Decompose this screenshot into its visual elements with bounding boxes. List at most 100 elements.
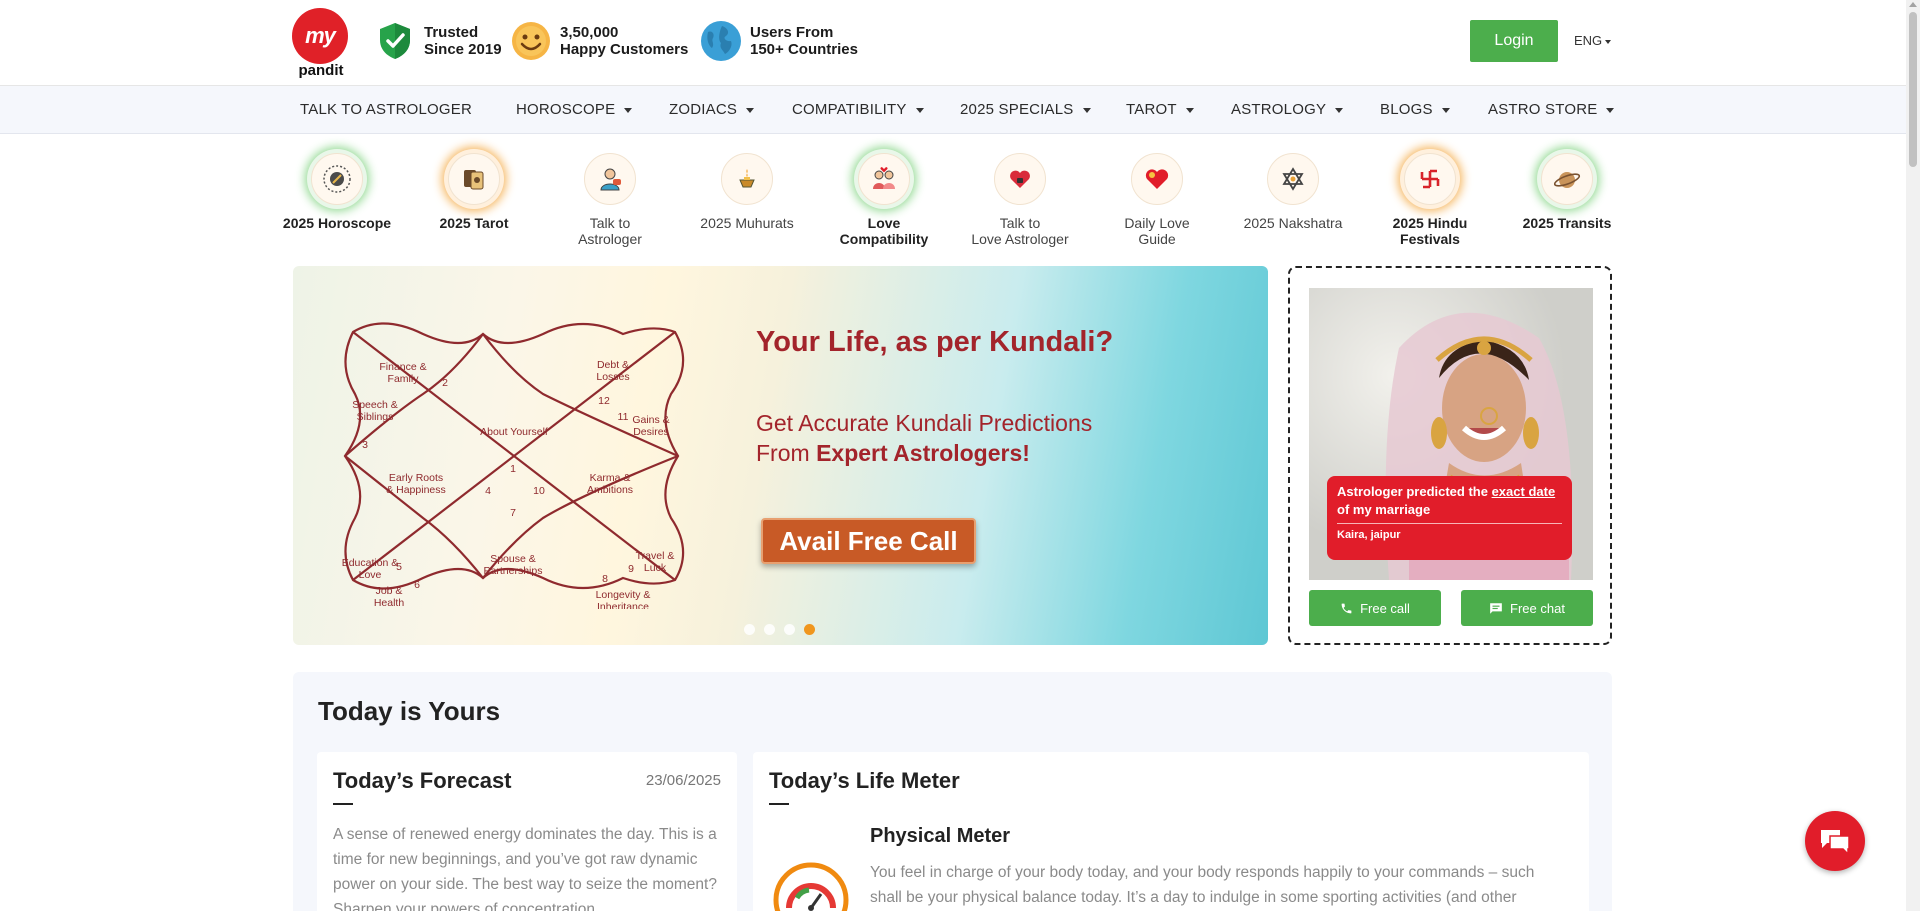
free-call-button[interactable]: Free call bbox=[1309, 590, 1441, 626]
today-title: Today is Yours bbox=[318, 696, 501, 726]
scroll-up-icon[interactable] bbox=[1909, 2, 1917, 7]
quick-link-label: Love Compatibility bbox=[839, 215, 929, 247]
carousel-dot-3[interactable] bbox=[784, 624, 795, 635]
smiley-icon bbox=[510, 20, 552, 62]
kundli-label: 2 bbox=[442, 377, 448, 389]
trust-badge-trusted: Trusted Since 2019 bbox=[374, 20, 502, 62]
login-button[interactable]: Login bbox=[1470, 20, 1558, 62]
kundli-label: Debt & Losses bbox=[596, 359, 629, 383]
nav-compatibility[interactable]: COMPATIBILITY bbox=[792, 101, 924, 118]
quick-link-label: 2025 Tarot bbox=[439, 215, 509, 231]
mypandit-logo[interactable]: my pandit bbox=[292, 8, 350, 79]
chat-icon bbox=[1490, 602, 1502, 614]
nav-blogs[interactable]: BLOGS bbox=[1380, 101, 1450, 118]
kundli-label: 11 bbox=[618, 411, 629, 423]
quick-link-talk-to-love-astrologer[interactable]: Talk to Love Astrologer bbox=[965, 150, 1075, 247]
quick-link-label: 2025 Muhurats bbox=[700, 215, 794, 231]
kundli-label: Finance & Family bbox=[379, 361, 426, 385]
trust-badge-countries: Users From 150+ Countries bbox=[700, 20, 858, 62]
shield-check-icon bbox=[374, 20, 416, 62]
free-chat-label: Free chat bbox=[1510, 600, 1565, 616]
nav-astrology[interactable]: ASTROLOGY bbox=[1231, 101, 1343, 118]
kundli-label: Travel & Luck bbox=[636, 550, 675, 574]
muhurat-lamp-icon bbox=[721, 153, 773, 205]
chat-fab-button[interactable] bbox=[1805, 811, 1865, 871]
quick-link-label: 2025 Transits bbox=[1522, 215, 1612, 231]
kundli-label: Education & Love bbox=[342, 557, 399, 581]
carousel-dot-4[interactable] bbox=[804, 624, 815, 635]
heart-icon bbox=[1131, 153, 1183, 205]
kundli-label: About Yourself bbox=[480, 426, 548, 438]
kundli-label: 12 bbox=[598, 395, 610, 407]
quick-link-label: Daily Love Guide bbox=[1124, 215, 1190, 247]
nav-2025-specials[interactable]: 2025 SPECIALS bbox=[960, 101, 1091, 118]
quick-link-daily-love-guide[interactable]: Daily Love Guide bbox=[1102, 150, 1212, 247]
kundali-banner[interactable]: Finance & Family 2 Debt & Losses 12 Speech… bbox=[293, 266, 1268, 645]
physical-meter-title: Physical Meter bbox=[870, 825, 1011, 847]
trust-line2: Happy Customers bbox=[560, 41, 689, 58]
tarot-cards-icon bbox=[448, 153, 500, 205]
kundli-label: 7 bbox=[510, 507, 516, 519]
planet-transit-icon bbox=[1541, 153, 1593, 205]
forecast-card[interactable]: Today’s Forecast 23/06/2025 A sense of r… bbox=[317, 752, 737, 911]
kundli-label: 10 bbox=[533, 485, 545, 497]
quote-prefix: Astrologer predicted the bbox=[1337, 484, 1492, 499]
life-meter-card: Today’s Life Meter Physical Meter You fe… bbox=[753, 752, 1589, 911]
quick-link-2025-hindu-festivals[interactable]: 2025 Hindu Festivals bbox=[1375, 150, 1485, 247]
trust-line1: Users From bbox=[750, 24, 834, 41]
scroll-thumb[interactable] bbox=[1909, 12, 1917, 167]
forecast-text: A sense of renewed energy dominates the … bbox=[333, 826, 717, 911]
kundli-label: Gains & Desires bbox=[632, 414, 669, 438]
trust-line1: Trusted bbox=[424, 24, 479, 41]
quick-link-love-compatibility[interactable]: Love Compatibility bbox=[829, 150, 939, 247]
quick-link-2025-transits[interactable]: 2025 Transits bbox=[1512, 150, 1622, 231]
kundli-label: 3 bbox=[362, 439, 368, 451]
page-scrollbar[interactable] bbox=[1906, 0, 1920, 911]
forecast-title: Today’s Forecast bbox=[333, 768, 512, 793]
quick-link-label: Talk to Astrologer bbox=[578, 215, 642, 247]
carousel-dots bbox=[744, 624, 815, 635]
kundli-label: 6 bbox=[414, 579, 420, 591]
today-section: Today is Yours Today’s Forecast 23/06/20… bbox=[293, 672, 1612, 911]
quick-link-2025-tarot[interactable]: 2025 Tarot bbox=[419, 150, 529, 231]
quick-link-2025-muhurats[interactable]: 2025 Muhurats bbox=[692, 150, 802, 231]
avail-free-call-button[interactable]: Avail Free Call bbox=[761, 518, 976, 564]
trust-line2: Since 2019 bbox=[424, 41, 502, 58]
kundli-label: Speech & Siblings bbox=[352, 399, 398, 423]
free-chat-button[interactable]: Free chat bbox=[1461, 590, 1593, 626]
trust-line1: 3,50,000 bbox=[560, 24, 619, 41]
kundli-label: Job & Health bbox=[374, 585, 405, 609]
testimonial-quote: Astrologer predicted the exact date of m… bbox=[1327, 476, 1572, 560]
nav-astro-store[interactable]: ASTRO STORE bbox=[1488, 101, 1614, 118]
carousel-dot-1[interactable] bbox=[744, 624, 755, 635]
nav-zodiacs[interactable]: ZODIACS bbox=[669, 101, 754, 118]
kundli-label: 1 bbox=[510, 463, 516, 475]
banner-subtitle-bold: Expert Astrologers! bbox=[816, 440, 1030, 466]
quick-link-talk-to-astrologer[interactable]: Talk to Astrologer bbox=[555, 150, 665, 247]
nav-horoscope[interactable]: HOROSCOPE bbox=[516, 101, 632, 118]
nav-tarot[interactable]: TAROT bbox=[1126, 101, 1194, 118]
physical-meter-text: You feel in charge of your body today, a… bbox=[870, 864, 1535, 906]
quote-underlined: exact date bbox=[1491, 484, 1556, 499]
kundli-label: 5 bbox=[396, 561, 402, 573]
quick-link-2025-nakshatra[interactable]: 2025 Nakshatra bbox=[1238, 150, 1348, 231]
quick-links-row: 2025 Horoscope 2025 Tarot Talk to Astrolo… bbox=[0, 150, 1906, 250]
banner-title: Your Life, as per Kundali? bbox=[756, 326, 1114, 358]
swastika-icon bbox=[1404, 153, 1456, 205]
kundli-label: 8 bbox=[602, 573, 608, 585]
quick-link-2025-horoscope[interactable]: 2025 Horoscope bbox=[282, 150, 392, 231]
couple-icon bbox=[858, 153, 910, 205]
logo-text: pandit bbox=[298, 62, 344, 79]
trust-line2: 150+ Countries bbox=[750, 41, 858, 58]
language-selector[interactable]: ENG bbox=[1574, 33, 1611, 48]
site-header: my pandit Trusted Since 2019 3,50,000 Happ… bbox=[0, 0, 1920, 86]
quick-link-label: Talk to Love Astrologer bbox=[971, 215, 1069, 247]
logo-mark: my bbox=[292, 8, 348, 64]
nav-talk-to-astrologer[interactable]: TALK TO ASTROLOGER bbox=[300, 101, 472, 118]
testimonial-author: Kaira, jaipur bbox=[1337, 529, 1401, 541]
quick-link-label: 2025 Horoscope bbox=[282, 215, 392, 231]
phone-icon bbox=[1341, 603, 1352, 613]
globe-icon bbox=[700, 20, 742, 62]
carousel-dot-2[interactable] bbox=[764, 624, 775, 635]
kundli-label: Early Roots & Happiness bbox=[386, 472, 446, 496]
